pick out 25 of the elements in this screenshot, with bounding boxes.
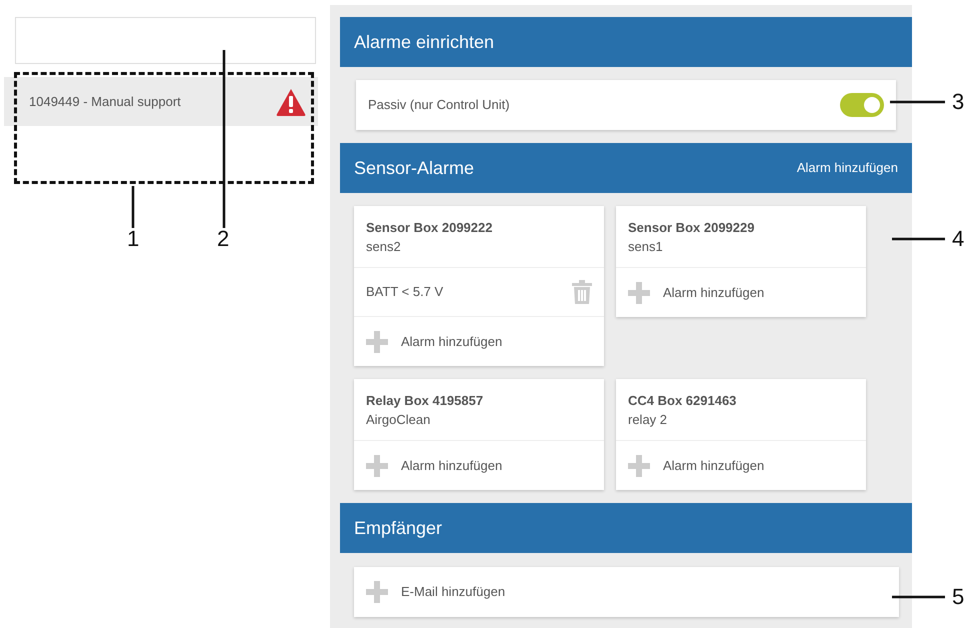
device-name: CC4 Box 6291463	[628, 392, 738, 410]
callout-number: 4	[952, 228, 964, 250]
device-name: Relay Box 4195857	[366, 392, 484, 410]
add-email-button[interactable]: E-Mail hinzufügen	[366, 581, 506, 603]
add-alarm-button[interactable]: Alarm hinzufügen	[366, 330, 502, 352]
callout-number: 2	[217, 228, 230, 250]
device-name: Sensor Box 2099222	[366, 219, 494, 237]
alarm-condition: BATT < 5.7 V	[366, 283, 444, 302]
device-label: sens1	[628, 238, 664, 256]
section-title: Sensor-Alarme	[354, 156, 474, 180]
add-alarm-button[interactable]: Alarm hinzufügen	[628, 282, 764, 304]
device-label: relay 2	[628, 411, 668, 429]
device-name: Sensor Box 2099229	[628, 219, 756, 237]
section-title: Empfänger	[354, 516, 442, 540]
add-alarm-button[interactable]: Alarm hinzufügen	[366, 454, 502, 476]
callout-number: 5	[952, 586, 964, 608]
add-alarm-button[interactable]: Alarm hinzufügen	[628, 454, 764, 476]
device-label: AirgoClean	[366, 411, 432, 429]
callout-number: 3	[952, 91, 964, 113]
device-label: sens2	[366, 238, 402, 256]
sidebar-item[interactable]: 1049449 - Manual support	[4, 77, 318, 126]
add-alarm-link[interactable]: Alarm hinzufügen	[796, 158, 898, 178]
section-title: Alarme einrichten	[354, 30, 494, 54]
callout-number: 1	[127, 228, 140, 250]
setting-label: Passiv (nur Control Unit)	[368, 96, 510, 114]
